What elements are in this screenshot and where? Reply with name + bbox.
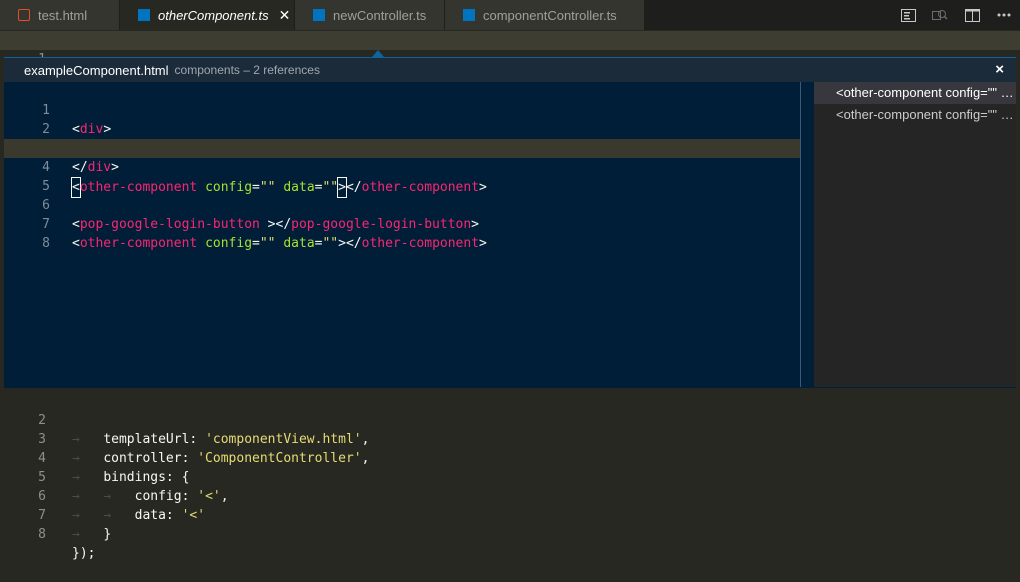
editor-actions (892, 0, 1020, 30)
ts-file-icon (313, 9, 325, 21)
code-line[interactable]: 3 → controller: 'ComponentController', (0, 411, 1020, 466)
more-icon[interactable] (988, 0, 1020, 30)
html-file-icon (18, 9, 30, 21)
tab-label: otherComponent.ts (158, 7, 269, 23)
peek-editor[interactable]: 1 <div> 2 → Hello from example-component… (4, 82, 801, 387)
peek-scrollbar[interactable] (800, 82, 811, 387)
code-line[interactable]: 6 → → data: '<' (0, 468, 1020, 523)
tab-label: newController.ts (333, 7, 427, 23)
code-line[interactable]: 2 → Hello from example-component (4, 101, 801, 156)
code-line[interactable]: 8 (4, 215, 801, 251)
code-line[interactable]: 3 </div> (4, 120, 801, 175)
close-icon[interactable]: × (995, 61, 1004, 78)
find-references-icon[interactable] (924, 0, 956, 30)
line-number: 8 (42, 236, 50, 251)
code-line[interactable]: 2 → templateUrl: 'componentView.html', (0, 392, 1020, 447)
open-changes-icon[interactable] (892, 0, 924, 30)
code-line[interactable]: 8 }); (0, 506, 1020, 561)
line-number: 8 (38, 527, 46, 542)
tab-component-controller-ts[interactable]: componentController.ts (445, 0, 645, 30)
code-text: <other-component config="" data=""></oth… (72, 236, 487, 251)
editor-tab-bar: test.html otherComponent.ts ✕ newControl… (0, 0, 1020, 30)
peek-reference-list: <other-component config="" data=""></oth… (814, 82, 1016, 387)
tab-label: componentController.ts (483, 7, 617, 23)
editor-bottom-region[interactable]: 2 → templateUrl: 'componentView.html', 3… (0, 388, 1020, 561)
peek-meta: components – 2 references (174, 63, 320, 77)
ts-file-icon (463, 9, 475, 21)
code-line[interactable]: 7 <other-component config="" data=""></o… (4, 196, 801, 251)
reference-item[interactable]: <other-component config="" data=""></oth… (814, 82, 1016, 104)
code-line[interactable]: 4 → bindings: { (0, 430, 1020, 485)
tab-label: test.html (38, 7, 88, 23)
code-line[interactable]: 7 → } (0, 487, 1020, 542)
split-editor-icon[interactable] (956, 0, 988, 30)
code-line[interactable]: 1 angular.module('app').component('other… (0, 31, 1020, 86)
code-text: → } (72, 527, 112, 542)
peek-references-widget: exampleComponent.html components – 2 ref… (4, 57, 1016, 389)
tab-new-controller-ts[interactable]: newController.ts (295, 0, 445, 30)
peek-filename[interactable]: exampleComponent.html (24, 63, 169, 78)
code-line[interactable]: 5 (4, 158, 801, 194)
code-line[interactable]: 6 <pop-google-login-button ></pop-google… (4, 177, 801, 232)
close-icon[interactable]: ✕ (279, 7, 291, 24)
code-line[interactable]: 1 <div> (4, 82, 801, 137)
reference-item[interactable]: <other-component config="" data=""></oth… (814, 104, 1016, 126)
editor-top-region[interactable]: 1 angular.module('app').component('other… (0, 30, 1020, 86)
tab-test-html[interactable]: test.html (0, 0, 120, 30)
code-line[interactable]: 5 → → config: '<', (0, 449, 1020, 504)
code-line-highlighted[interactable]: 4 <other-component config="" data=""></o… (4, 139, 801, 198)
peek-header: exampleComponent.html components – 2 ref… (4, 58, 1016, 82)
peek-pointer-icon (372, 50, 384, 57)
code-text: }); (72, 546, 96, 561)
ts-file-icon (138, 9, 150, 21)
tab-other-component-ts[interactable]: otherComponent.ts ✕ (120, 0, 295, 30)
